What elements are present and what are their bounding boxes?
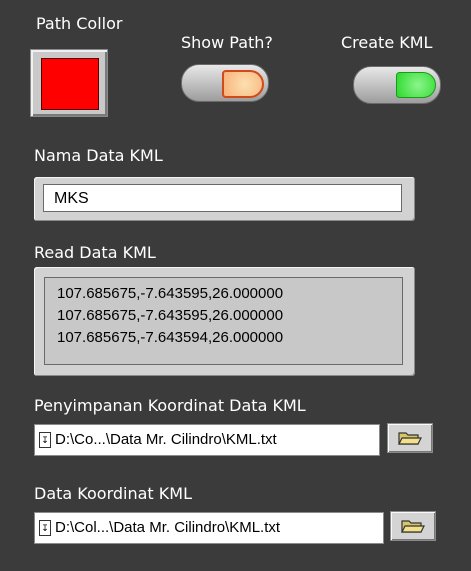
read-data-line: 107.685675,-7.643594,26.000000 [57, 329, 284, 346]
penyimpanan-path-text: D:\Co...\Data Mr. Cilindro\KML.txt [55, 431, 277, 448]
show-path-led [222, 70, 264, 98]
read-data-line: 107.685675,-7.643595,26.000000 [57, 307, 284, 324]
path-color-label: Path Collor [36, 14, 123, 33]
data-koordinat-browse-button[interactable] [390, 511, 436, 541]
data-koordinat-path-text: D:\Col...\Data Mr. Cilindro\KML.txt [55, 519, 281, 536]
path-icon: ↧ [39, 520, 51, 537]
penyimpanan-path-input[interactable]: ↧ D:\Co...\Data Mr. Cilindro\KML.txt [34, 424, 380, 456]
create-kml-led [396, 72, 436, 98]
data-koordinat-path-input[interactable]: ↧ D:\Col...\Data Mr. Cilindro\KML.txt [34, 512, 384, 544]
path-icon: ↧ [39, 432, 51, 449]
front-panel: Path Collor Show Path? Create KML Nama D… [0, 0, 471, 571]
read-data-label: Read Data KML [34, 243, 156, 262]
read-data-display: 107.685675,-7.643595,26.000000 107.68567… [44, 277, 403, 365]
folder-open-icon [398, 432, 422, 445]
penyimpanan-browse-button[interactable] [387, 423, 433, 453]
nama-data-label: Nama Data KML [34, 146, 163, 165]
path-color-swatch[interactable] [41, 58, 99, 110]
penyimpanan-label: Penyimpanan Koordinat Data KML [34, 396, 306, 415]
create-kml-label: Create KML [341, 33, 433, 52]
read-data-frame: 107.685675,-7.643595,26.000000 107.68567… [34, 267, 415, 376]
create-kml-toggle[interactable] [353, 66, 441, 104]
show-path-label: Show Path? [181, 33, 273, 52]
nama-data-frame: MKS [34, 177, 415, 221]
nama-data-input[interactable]: MKS [43, 184, 402, 212]
folder-open-icon [401, 520, 425, 533]
path-color-box[interactable] [30, 49, 108, 117]
data-koordinat-label: Data Koordinat KML [34, 484, 192, 503]
show-path-toggle[interactable] [181, 64, 269, 102]
read-data-line: 107.685675,-7.643595,26.000000 [57, 285, 284, 302]
